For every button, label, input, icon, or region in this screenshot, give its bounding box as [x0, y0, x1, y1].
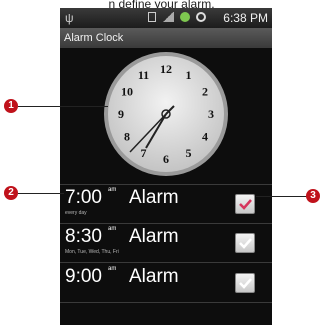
clock-numeral: 7: [141, 146, 147, 160]
alarm-label: Alarm: [129, 226, 179, 247]
signal-icon: [162, 12, 174, 22]
alarm-ampm: am: [108, 266, 117, 272]
app-title: Alarm Clock: [64, 32, 124, 44]
alarm-ampm: am: [108, 187, 117, 193]
clock-numeral: 2: [202, 85, 208, 99]
clock-numeral: 1: [186, 68, 192, 82]
status-time: 6:38 PM: [223, 11, 268, 25]
alarm-label: Alarm: [129, 266, 179, 287]
clock-numeral: 10: [121, 85, 133, 99]
callout-line-2: [18, 193, 64, 194]
callout-2: 2: [4, 186, 18, 200]
callout-line-3: [256, 196, 308, 197]
divider: [60, 262, 272, 263]
clock-numeral: 5: [186, 146, 192, 160]
vibrate-icon: [148, 12, 156, 22]
alarm-days: every day: [65, 210, 87, 216]
clock-numeral: 11: [138, 68, 149, 82]
alarm-checkbox[interactable]: [235, 194, 255, 214]
alarm-time: 8:30: [65, 226, 102, 247]
clock-numeral: 6: [163, 152, 169, 166]
battery-icon: [180, 12, 190, 22]
checkmark-icon: [239, 199, 252, 210]
status-bar: ψ 6:38 PM: [60, 8, 272, 28]
alarm-time: 7:00: [65, 187, 102, 208]
alarm-row-1[interactable]: 7:00 am every day Alarm: [60, 185, 272, 223]
alarm-row-3[interactable]: 9:00 am Alarm: [60, 264, 272, 302]
clock-numeral: 8: [124, 130, 130, 144]
clock-numeral: 4: [202, 130, 208, 144]
callout-line-1: [18, 106, 108, 107]
clock-numeral: 12: [160, 62, 172, 76]
clock-numeral: 9: [118, 107, 124, 121]
alarm-ampm: am: [108, 226, 117, 232]
alarm-checkbox[interactable]: [235, 273, 255, 293]
callout-3: 3: [306, 189, 320, 203]
alarm-days: Mon, Tue, Wed, Thu, Fri: [65, 249, 119, 255]
analog-clock[interactable]: 12 1234567891011: [60, 48, 272, 184]
app-title-bar: Alarm Clock: [60, 28, 272, 48]
alarm-time: 9:00: [65, 266, 102, 287]
alarm-label: Alarm: [129, 187, 179, 208]
usb-icon: ψ: [65, 11, 74, 25]
analog-clock-area: 12 1 2 3 4 5 6 7 8 9 10 11: [60, 48, 272, 184]
checkmark-icon: [239, 238, 252, 249]
clock-numeral: 3: [208, 107, 214, 121]
alarm-checkbox[interactable]: [235, 233, 255, 253]
phone-screen: ψ 6:38 PM Alarm Clock 12 1 2 3 4 5 6 7 8 9 10 11: [60, 8, 272, 325]
callout-1: 1: [4, 99, 18, 113]
alarm-status-icon: [196, 12, 206, 22]
status-icons: [148, 12, 206, 22]
alarm-row-2[interactable]: 8:30 am Mon, Tue, Wed, Thu, Fri Alarm: [60, 224, 272, 262]
checkmark-icon: [239, 278, 252, 289]
divider: [60, 302, 272, 303]
